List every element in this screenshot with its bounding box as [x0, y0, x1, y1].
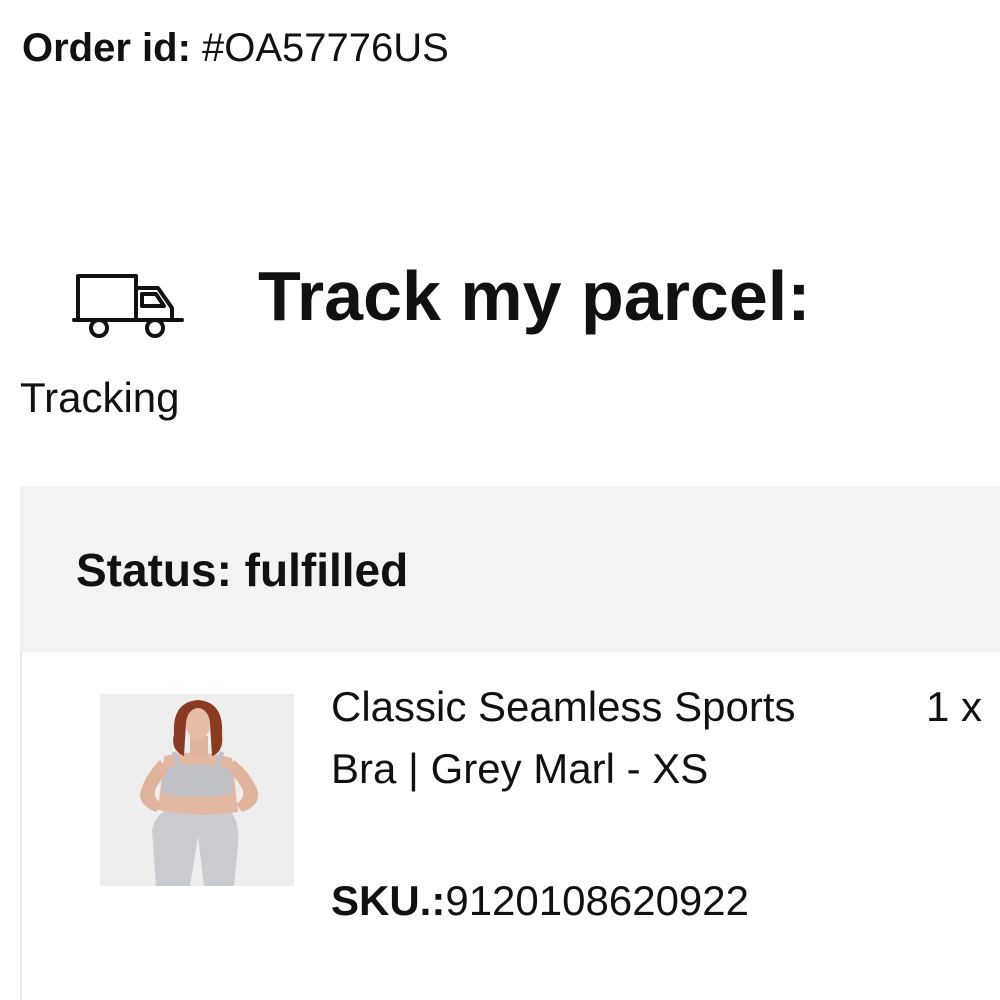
sku-value: 9120108620922 — [445, 877, 750, 924]
status-text: Status: fulfilled — [76, 544, 409, 596]
product-name[interactable]: Classic Seamless Sports Bra | Grey Marl … — [331, 676, 851, 800]
tracking-label: Tracking — [20, 374, 180, 421]
product-image[interactable] — [100, 694, 294, 886]
product-photo — [100, 694, 294, 886]
tracking-link[interactable]: Tracking — [20, 262, 220, 442]
status-bar: Status: fulfilled — [20, 486, 1000, 652]
sku: SKU.:9120108620922 — [331, 870, 749, 932]
truck-icon — [72, 274, 184, 338]
order-item: Classic Seamless Sports Bra | Grey Marl … — [20, 652, 1000, 1000]
quantity: 1 x — [926, 683, 983, 730]
sku-label: SKU.: — [331, 877, 446, 924]
order-id-label: Order id: — [22, 26, 191, 70]
track-parcel-heading: Track my parcel: — [258, 257, 811, 335]
order-id-value: #OA57776US — [190, 26, 449, 70]
order-id: Order id: #OA57776US — [22, 22, 449, 74]
